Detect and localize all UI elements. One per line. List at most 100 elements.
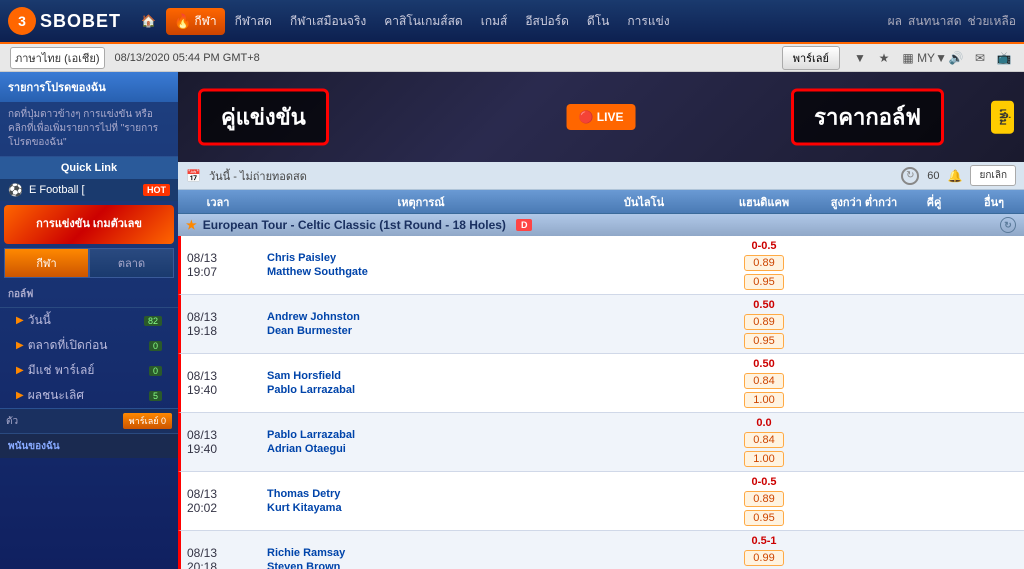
team1-4[interactable]: Thomas Detry bbox=[267, 488, 578, 500]
tab-market[interactable]: ตลาด bbox=[89, 248, 174, 278]
mix-parlay-label: มีแช่ พาร์เลย์ bbox=[28, 361, 95, 380]
th-time: เวลา bbox=[178, 193, 258, 211]
sound-icon[interactable]: 🔊 bbox=[946, 48, 966, 68]
soccer-icon: ⚽ bbox=[8, 183, 23, 197]
arrow-icon: ▶ bbox=[16, 315, 24, 326]
odds-val-1a[interactable]: 0.89 bbox=[744, 314, 784, 330]
match-teams-5: Richie Ramsay Steven Brown bbox=[261, 531, 584, 569]
banner-competitor: คู่แข่งขัน bbox=[198, 89, 329, 146]
match-other-0 bbox=[964, 236, 1024, 294]
help-link[interactable]: ช่วยเหลือ bbox=[968, 12, 1017, 31]
live-chat-link[interactable]: สนทนาสด bbox=[908, 12, 962, 31]
nav-home[interactable]: 🏠 bbox=[133, 10, 164, 32]
odds-row-0b: 0.95 bbox=[744, 274, 784, 290]
odds-3b[interactable]: 1.00 bbox=[744, 451, 784, 467]
team1-3[interactable]: Pablo Larrazabal bbox=[267, 429, 578, 441]
content-banner: คู่แข่งขัน 🔴 LIVE ราคากอล์ฟ เพิ่ม bbox=[178, 72, 1024, 162]
team1-5[interactable]: Richie Ramsay bbox=[267, 547, 578, 559]
filter-label: วันนี้ - ไม่ถ่ายทอดสด bbox=[209, 167, 893, 185]
datetime-display: 08/13/2020 05:44 PM GMT+8 bbox=[115, 52, 772, 64]
banner-more[interactable]: เพิ่ม bbox=[991, 101, 1014, 134]
sidebar-bottom: ตัว พาร์เลย์ 0 bbox=[0, 408, 178, 433]
hot-badge: HOT bbox=[143, 184, 170, 196]
match-teams-4: Thomas Detry Kurt Kitayama bbox=[261, 472, 584, 530]
odds-val-0b[interactable]: 0.95 bbox=[744, 274, 784, 290]
team1-1[interactable]: Andrew Johnston bbox=[267, 311, 578, 323]
dropdown-icon[interactable]: ▼ bbox=[850, 48, 870, 68]
sidebar-today[interactable]: ▶ วันนี้ 82 bbox=[0, 308, 178, 333]
odds-2b[interactable]: 1.00 bbox=[744, 392, 784, 408]
arrow-icon-3: ▶ bbox=[16, 365, 24, 376]
table-row: 08/13 19:40 Sam Horsfield Pablo Larrazab… bbox=[178, 354, 1024, 413]
team2-2[interactable]: Pablo Larrazabal bbox=[267, 384, 578, 396]
nav-esports[interactable]: อีสปอร์ด bbox=[517, 8, 577, 35]
section-title-0: European Tour - Celtic Classic (1st Roun… bbox=[203, 218, 506, 232]
nav-live-sports[interactable]: กีฬาสด bbox=[227, 8, 280, 35]
tv-icon[interactable]: 📺 bbox=[994, 48, 1014, 68]
match-teams-2: Sam Horsfield Pablo Larrazabal bbox=[261, 354, 584, 412]
team2-0[interactable]: Matthew Southgate bbox=[267, 266, 578, 278]
star-icon[interactable]: ★ bbox=[874, 48, 894, 68]
odds-val-1b[interactable]: 0.95 bbox=[744, 333, 784, 349]
parlay-count[interactable]: พาร์เลย์ 0 bbox=[123, 413, 172, 429]
odds-4a[interactable]: 0.89 bbox=[744, 491, 784, 507]
match-handicap-4: 0-0.5 0.89 0.95 bbox=[704, 472, 824, 530]
grid-icon[interactable]: ▦ bbox=[898, 48, 918, 68]
parlay-button[interactable]: พาร์เลย์ bbox=[782, 46, 840, 70]
arrow-icon-4: ▶ bbox=[16, 390, 24, 401]
outright-label: ผลชนะเลิศ bbox=[28, 386, 84, 405]
results-link[interactable]: ผล bbox=[888, 12, 902, 31]
hcap-0: 0-0.5 bbox=[751, 240, 776, 252]
odds-val-0a[interactable]: 0.89 bbox=[744, 255, 784, 271]
today-label: วันนี้ bbox=[28, 311, 51, 330]
odds-3a[interactable]: 0.84 bbox=[744, 432, 784, 448]
sidebar-outright[interactable]: ▶ ผลชนะเลิศ 5 bbox=[0, 383, 178, 408]
outright-count: 5 bbox=[149, 391, 162, 401]
team1-0[interactable]: Chris Paisley bbox=[267, 252, 578, 264]
nav-sports[interactable]: 🔥 กีฬา bbox=[166, 8, 225, 35]
team2-1[interactable]: Dean Burmester bbox=[267, 325, 578, 337]
filter-bar: 📅 วันนี้ - ไม่ถ่ายทอดสด ↻ 60 🔔 ยกเลิก bbox=[178, 162, 1024, 190]
golf-section-title: กอล์ฟ bbox=[0, 282, 178, 308]
table-row: 08/13 19:07 Chris Paisley Matthew Southg… bbox=[178, 236, 1024, 295]
refresh-icon[interactable]: ↻ bbox=[901, 167, 919, 185]
match-moneyline-0 bbox=[584, 236, 704, 294]
sidebar-early-market[interactable]: ▶ ตลาดที่เปิดก่อน 0 bbox=[0, 333, 178, 358]
main-layout: รายการโปรดของฉัน กดที่ปุ่มดาวข้างๆ การแข… bbox=[0, 72, 1024, 569]
tab-sports[interactable]: กีฬา bbox=[4, 248, 89, 278]
match-time-1: 08/13 19:18 bbox=[181, 295, 261, 353]
content-area: คู่แข่งขัน 🔴 LIVE ราคากอล์ฟ เพิ่ม 📅 วันน… bbox=[178, 72, 1024, 569]
th-handicap: แฮนดิแคพ bbox=[704, 193, 824, 211]
efootball-item[interactable]: ⚽ E Football [ HOT bbox=[0, 179, 178, 201]
language-selector[interactable]: ภาษาไทย (เอเชีย) bbox=[10, 47, 105, 69]
team2-3[interactable]: Adrian Otaegui bbox=[267, 443, 578, 455]
nav-live-casino[interactable]: คาสิโนเกมส์สด bbox=[376, 8, 470, 35]
section-refresh-0[interactable]: ↻ bbox=[1000, 217, 1016, 233]
odds-5a[interactable]: 0.99 bbox=[744, 550, 784, 566]
table-row: 08/13 19:18 Andrew Johnston Dean Burmest… bbox=[178, 295, 1024, 354]
match-time-2: 08/13 19:40 bbox=[181, 354, 261, 412]
nav-virtual-sports[interactable]: กีฬาเสมือนจริง bbox=[282, 8, 374, 35]
uncheck-button[interactable]: ยกเลิก bbox=[970, 165, 1016, 186]
top-navigation: 3 SBOBET 🏠 🔥 กีฬา กีฬาสด กีฬาเสมือนจริง … bbox=[0, 0, 1024, 44]
odds-4b[interactable]: 0.95 bbox=[744, 510, 784, 526]
odds-2a[interactable]: 0.84 bbox=[744, 373, 784, 389]
my-icon[interactable]: MY▼ bbox=[922, 48, 942, 68]
today-count: 82 bbox=[144, 316, 162, 326]
sidebar-mix-parlay[interactable]: ▶ มีแช่ พาร์เลย์ 0 bbox=[0, 358, 178, 383]
toolbar-icons: ▼ ★ ▦ MY▼ 🔊 ✉ 📺 bbox=[850, 48, 1014, 68]
nav-racing[interactable]: การแข่ง bbox=[619, 8, 677, 35]
nav-dino[interactable]: ดีโน bbox=[579, 8, 617, 35]
nav-games[interactable]: เกมส์ bbox=[473, 8, 516, 35]
second-bar: ภาษาไทย (เอเชีย) 08/13/2020 05:44 PM GMT… bbox=[0, 44, 1024, 72]
team2-5[interactable]: Steven Brown bbox=[267, 561, 578, 569]
team1-2[interactable]: Sam Horsfield bbox=[267, 370, 578, 382]
match-time-3: 08/13 19:40 bbox=[181, 413, 261, 471]
sidebar-tabs: กีฬา ตลาด bbox=[4, 248, 174, 278]
table-row: 08/13 19:40 Pablo Larrazabal Adrian Otae… bbox=[178, 413, 1024, 472]
team2-4[interactable]: Kurt Kitayama bbox=[267, 502, 578, 514]
mail-icon[interactable]: ✉ bbox=[970, 48, 990, 68]
sidebar-banner[interactable]: การแข่งขัน เกมตัวเลข bbox=[4, 205, 174, 244]
match-handicap-3: 0.0 0.84 1.00 bbox=[704, 413, 824, 471]
match-handicap-1: 0.50 0.89 0.95 bbox=[704, 295, 824, 353]
